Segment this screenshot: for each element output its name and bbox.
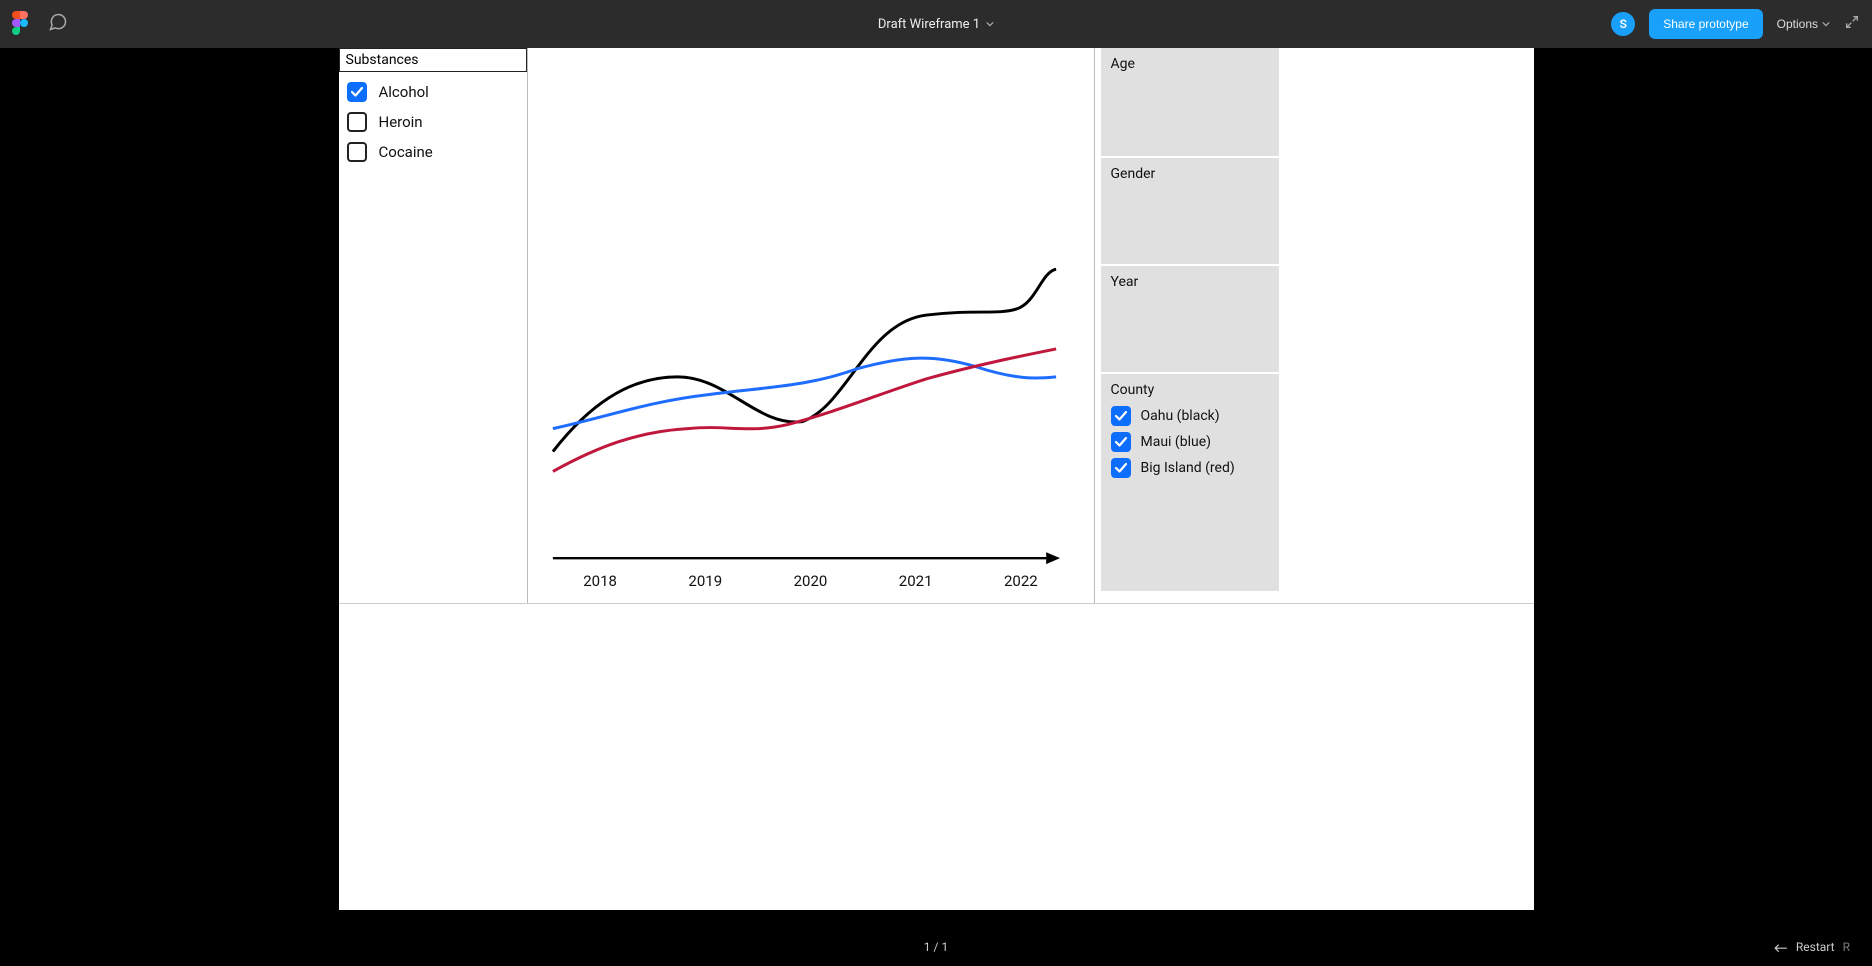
chart-area: 2018 2019 2020 2021 2022 — [527, 48, 1095, 603]
horizontal-divider — [339, 603, 1534, 604]
document-title[interactable]: Draft Wireframe 1 — [878, 17, 994, 32]
county-1-checkbox[interactable] — [1111, 432, 1131, 452]
prototype-canvas: Substances Alcohol Heroin Cocaine 2018 2019… — [339, 48, 1534, 910]
substance-cocaine-row: Cocaine — [347, 142, 527, 162]
county-panel-title: County — [1111, 382, 1269, 398]
chevron-down-icon — [1822, 20, 1830, 28]
x-tick: 2022 — [1004, 572, 1038, 590]
county-panel: County Oahu (black) Maui (blue) Big Island… — [1101, 374, 1279, 591]
figma-logo-icon[interactable] — [12, 11, 30, 37]
filter-panels: Age Gender Year County Oahu (black) Maui … — [1101, 48, 1279, 591]
chevron-down-icon — [986, 20, 994, 28]
county-0-row: Oahu (black) — [1111, 406, 1269, 426]
restart-button[interactable]: Restart R — [1774, 940, 1850, 954]
gender-panel[interactable]: Gender — [1101, 158, 1279, 266]
fullscreen-icon[interactable] — [1844, 14, 1860, 34]
substance-heroin-label: Heroin — [379, 113, 423, 131]
substances-title: Substances — [339, 48, 527, 72]
prototype-stage: Substances Alcohol Heroin Cocaine 2018 2019… — [0, 48, 1872, 966]
county-2-checkbox[interactable] — [1111, 458, 1131, 478]
return-arrow-icon — [1774, 942, 1788, 952]
restart-label: Restart — [1796, 940, 1835, 954]
options-label: Options — [1777, 17, 1818, 31]
x-tick: 2021 — [899, 572, 933, 590]
comment-icon[interactable] — [48, 12, 68, 36]
x-axis-ticks: 2018 2019 2020 2021 2022 — [528, 572, 1094, 590]
age-panel-title: Age — [1111, 56, 1269, 72]
topbar-left — [12, 11, 68, 37]
document-title-text: Draft Wireframe 1 — [878, 17, 980, 32]
age-panel[interactable]: Age — [1101, 48, 1279, 158]
county-0-checkbox[interactable] — [1111, 406, 1131, 426]
county-2-row: Big Island (red) — [1111, 458, 1269, 478]
year-panel-title: Year — [1111, 274, 1269, 290]
year-panel[interactable]: Year — [1101, 266, 1279, 374]
substance-heroin-checkbox[interactable] — [347, 112, 367, 132]
app-topbar: Draft Wireframe 1 S Share prototype Opti… — [0, 0, 1872, 48]
topbar-right: S Share prototype Options — [1611, 9, 1860, 39]
share-prototype-button[interactable]: Share prototype — [1649, 9, 1762, 39]
county-2-label: Big Island (red) — [1141, 460, 1235, 476]
substance-alcohol-checkbox[interactable] — [347, 82, 367, 102]
options-button[interactable]: Options — [1777, 17, 1830, 31]
substances-panel: Substances Alcohol Heroin Cocaine — [339, 48, 527, 162]
x-tick: 2019 — [688, 572, 722, 590]
county-1-row: Maui (blue) — [1111, 432, 1269, 452]
x-tick: 2018 — [583, 572, 617, 590]
gender-panel-title: Gender — [1111, 166, 1269, 182]
county-1-label: Maui (blue) — [1141, 434, 1212, 450]
county-0-label: Oahu (black) — [1141, 408, 1220, 424]
substance-heroin-row: Heroin — [347, 112, 527, 132]
substance-cocaine-checkbox[interactable] — [347, 142, 367, 162]
substance-alcohol-row: Alcohol — [347, 82, 527, 102]
substance-alcohol-label: Alcohol — [379, 83, 429, 101]
user-avatar[interactable]: S — [1611, 12, 1635, 36]
line-chart — [528, 48, 1094, 601]
x-tick: 2020 — [794, 572, 828, 590]
substance-cocaine-label: Cocaine — [379, 143, 433, 161]
page-indicator: 1 / 1 — [924, 940, 948, 954]
avatar-initial: S — [1620, 17, 1627, 31]
restart-shortcut: R — [1843, 940, 1850, 954]
